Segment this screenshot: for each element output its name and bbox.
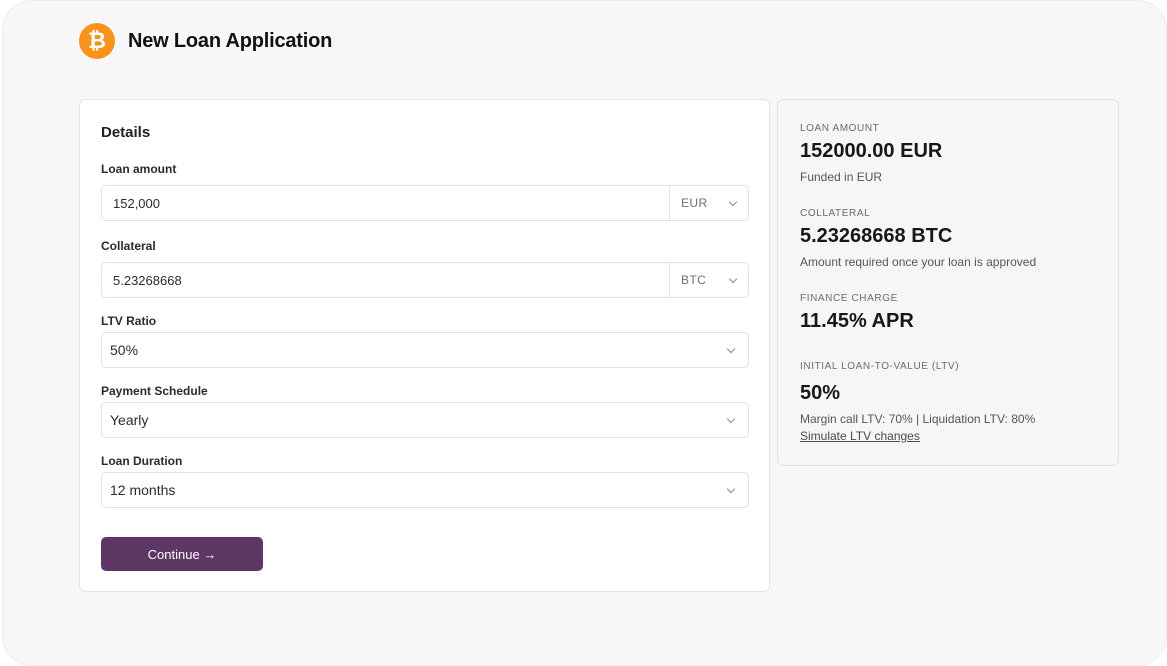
loan-currency-select[interactable]: EUR xyxy=(669,186,748,220)
loan-amount-input[interactable]: 152,000 xyxy=(102,186,669,220)
collateral-currency-select[interactable]: BTC xyxy=(669,263,748,297)
summary-ltv-value: 50% xyxy=(800,382,841,404)
summary-finance-charge-label: FINANCE CHARGE xyxy=(800,293,898,304)
summary-collateral-label: COLLATERAL xyxy=(800,208,871,219)
chevron-down-icon xyxy=(726,414,736,424)
loan-amount-field: 152,000 EUR xyxy=(101,185,749,221)
app-window: ₿ New Loan Application Details Loan amou… xyxy=(2,0,1167,666)
ltv-ratio-value: 50% xyxy=(110,342,139,358)
page-header: ₿ New Loan Application xyxy=(79,23,332,59)
loan-amount-label: Loan amount xyxy=(101,162,177,176)
chevron-down-icon xyxy=(728,274,738,284)
summary-loan-amount-label: LOAN AMOUNT xyxy=(800,123,880,134)
payment-schedule-select[interactable]: Yearly xyxy=(101,402,749,438)
section-title: Details xyxy=(101,124,151,141)
summary-loan-amount-value: 152000.00 EUR xyxy=(800,140,943,162)
loan-currency-value: EUR xyxy=(681,196,708,210)
chevron-down-icon xyxy=(726,484,736,494)
payment-schedule-label: Payment Schedule xyxy=(101,384,208,398)
details-form-card: Details Loan amount 152,000 EUR Collater… xyxy=(79,99,770,592)
loan-duration-label: Loan Duration xyxy=(101,454,183,468)
collateral-label: Collateral xyxy=(101,239,156,253)
collateral-input[interactable]: 5.23268668 xyxy=(102,263,669,297)
simulate-ltv-link[interactable]: Simulate LTV changes xyxy=(800,429,920,443)
summary-ltv-label: INITIAL LOAN-TO-VALUE (LTV) xyxy=(800,361,960,372)
collateral-field: 5.23268668 BTC xyxy=(101,262,749,298)
loan-duration-select[interactable]: 12 months xyxy=(101,472,749,508)
summary-collateral-note: Amount required once your loan is approv… xyxy=(800,255,1037,269)
loan-duration-value: 12 months xyxy=(110,482,176,498)
bitcoin-icon: ₿ xyxy=(79,23,115,59)
ltv-ratio-select[interactable]: 50% xyxy=(101,332,749,368)
ltv-ratio-label: LTV Ratio xyxy=(101,314,157,328)
bitcoin-glyph: ₿ xyxy=(88,29,106,54)
collateral-currency-value: BTC xyxy=(681,273,707,287)
chevron-down-icon xyxy=(728,197,738,207)
page-title: New Loan Application xyxy=(128,29,333,52)
continue-button[interactable]: Continue → xyxy=(101,537,263,571)
loan-summary-card: LOAN AMOUNT 152000.00 EUR Funded in EUR … xyxy=(777,99,1119,466)
payment-schedule-value: Yearly xyxy=(110,412,149,428)
chevron-down-icon xyxy=(726,344,736,354)
summary-loan-amount-note: Funded in EUR xyxy=(800,170,883,184)
summary-collateral-value: 5.23268668 BTC xyxy=(800,225,953,247)
summary-ltv-thresholds: Margin call LTV: 70% | Liquidation LTV: … xyxy=(800,412,1036,426)
summary-finance-charge-value: 11.45% APR xyxy=(800,310,914,332)
